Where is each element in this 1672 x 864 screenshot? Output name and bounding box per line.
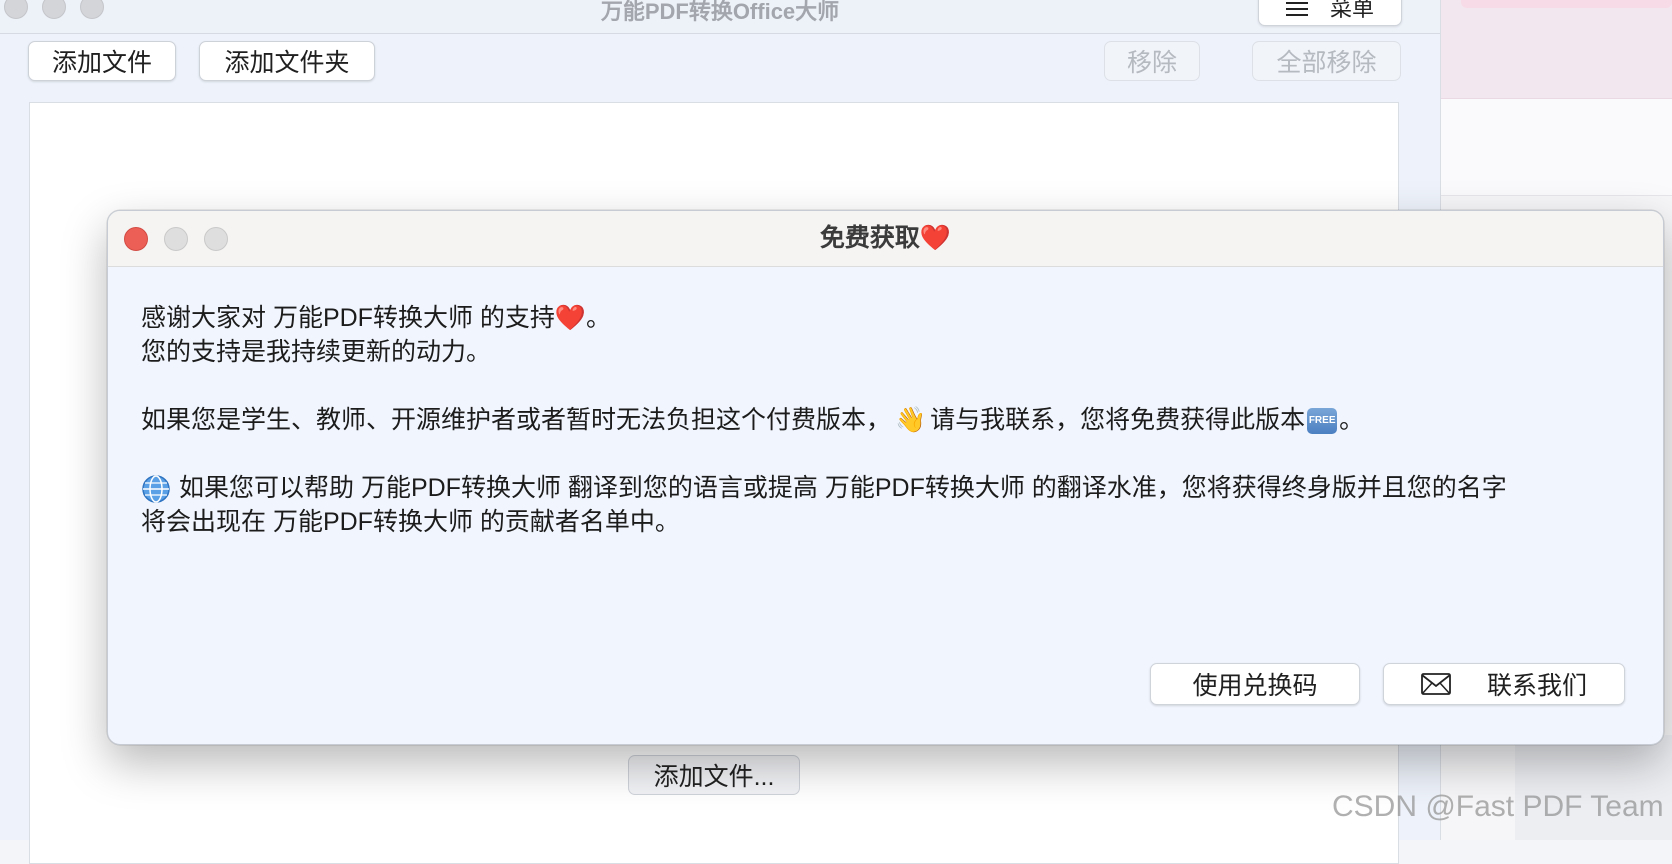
redeem-code-button[interactable]: 使用兑换码	[1150, 663, 1360, 705]
add-file-button[interactable]: 添加文件	[28, 41, 176, 81]
remove-button[interactable]: 移除	[1104, 41, 1200, 81]
free-offer-line: 如果您是学生、教师、开源维护者或者暂时无法负担这个付费版本， 👋 请与我联系，您将免…	[141, 403, 1641, 437]
wave-emoji: 👋	[895, 406, 927, 434]
background-window-footer	[1515, 735, 1672, 840]
main-window-title: 万能PDF转换Office大师	[600, 0, 840, 24]
envelope-icon	[1421, 673, 1451, 695]
contributor-line: 将会出现在 万能PDF转换大师 的贡献者名单中。	[141, 508, 680, 536]
globe-icon	[142, 475, 170, 504]
contact-us-label: 联系我们	[1486, 672, 1587, 700]
add-folder-button[interactable]: 添加文件夹	[199, 41, 375, 81]
free-offer-dialog: 免费获取❤️ 感谢大家对 万能PDF转换大师 的支持❤️。 您的支持是我持续更新…	[107, 210, 1664, 745]
thanks-line: 感谢大家对 万能PDF转换大师 的支持❤️。	[141, 304, 612, 332]
free-badge-icon: FREE	[1307, 408, 1338, 435]
free-offer-text: 如果您是学生、教师、开源维护者或者暂时无法负担这个付费版本，	[141, 406, 892, 434]
menu-button-label: 菜单	[1329, 0, 1374, 21]
background-window-highlight	[1461, 0, 1672, 8]
add-more-files-button[interactable]: 添加文件...	[628, 755, 800, 795]
motivation-line: 您的支持是我持续更新的动力。	[141, 338, 492, 366]
dialog-titlebar: 免费获取❤️	[108, 211, 1663, 267]
dialog-title: 免费获取❤️	[819, 224, 952, 252]
menu-button[interactable]: 菜单	[1258, 0, 1402, 26]
free-offer-end: 。	[1339, 406, 1365, 434]
background-window-panel	[1441, 99, 1672, 196]
translation-text: 如果您可以帮助 万能PDF转换大师 翻译到您的语言或提高 万能PDF转换大师 的…	[179, 474, 1507, 502]
dialog-message: 感谢大家对 万能PDF转换大师 的支持❤️。 您的支持是我持续更新的动力。 如果…	[141, 301, 1641, 539]
menu-icon	[1285, 2, 1308, 16]
contact-text: 请与我联系，您将免费获得此版本	[930, 406, 1306, 434]
remove-all-button[interactable]: 全部移除	[1252, 41, 1401, 81]
watermark: CSDN @Fast PDF Team	[1332, 790, 1664, 823]
translation-line: 如果您可以帮助 万能PDF转换大师 翻译到您的语言或提高 万能PDF转换大师 的…	[141, 471, 1641, 505]
contact-us-button[interactable]: 联系我们	[1383, 663, 1625, 705]
background-window-band	[1441, 0, 1672, 99]
main-titlebar: 万能PDF转换Office大师 菜单	[0, 0, 1440, 34]
